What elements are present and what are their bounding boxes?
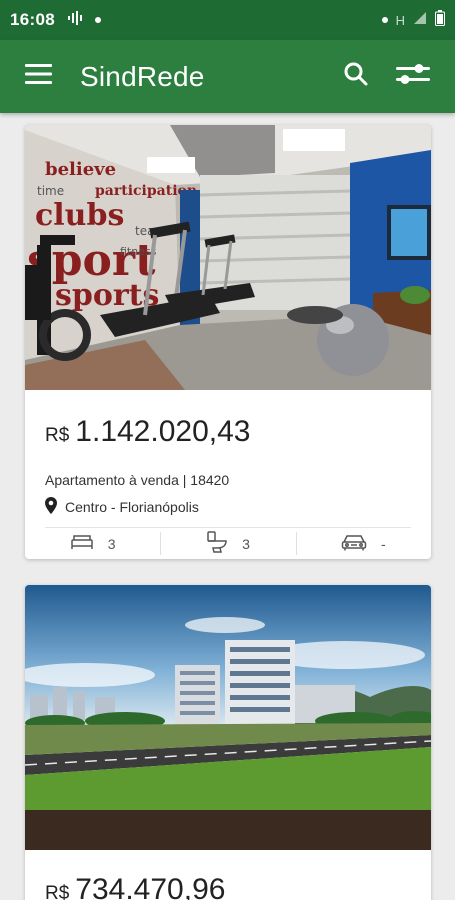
toilet-icon	[206, 531, 228, 556]
filter-icon[interactable]	[395, 62, 431, 91]
svg-text:clubs: clubs	[35, 198, 124, 233]
battery-icon	[435, 9, 445, 31]
parking-count: -	[380, 535, 386, 552]
listing-feed[interactable]: clubs sport sports believe participation…	[0, 113, 455, 900]
price-value: 1.142.020,43	[75, 415, 251, 448]
app-bar: SindRede	[0, 40, 455, 113]
listing-price: R$ 1.142.020,43	[45, 415, 250, 449]
feature-parking: -	[295, 528, 431, 559]
listing-price: R$ 734.470,96	[45, 873, 225, 900]
listing-card[interactable]: clubs sport sports believe participation…	[25, 125, 431, 559]
svg-text:time: time	[37, 184, 64, 198]
search-icon[interactable]	[343, 61, 369, 92]
listing-description: Apartamento à venda | 18420	[45, 472, 230, 488]
bathrooms-count: 3	[242, 535, 250, 552]
status-time: 16:08	[10, 10, 55, 29]
bed-icon	[70, 534, 94, 553]
listing-location: Centro - Florianópolis	[45, 497, 199, 517]
price-value: 734.470,96	[75, 873, 226, 900]
price-currency: R$	[45, 883, 70, 900]
listing-features: 3 3 -	[25, 528, 431, 559]
signal-icon	[413, 11, 427, 30]
app-title: SindRede	[80, 60, 205, 92]
sound-wave-icon	[67, 10, 83, 31]
car-icon	[341, 533, 367, 554]
listing-photo-gym[interactable]: clubs sport sports believe participation…	[25, 125, 431, 390]
feature-bedrooms: 3	[25, 528, 160, 559]
feature-bathrooms: 3	[160, 528, 295, 559]
location-pin-icon	[45, 497, 57, 517]
status-bar: 16:08 H	[0, 0, 455, 40]
bedrooms-count: 3	[107, 535, 116, 552]
location-text: Centro - Florianópolis	[65, 499, 199, 515]
listing-card[interactable]: R$ 734.470,96	[25, 585, 431, 900]
price-currency: R$	[45, 425, 70, 446]
menu-icon[interactable]	[24, 62, 54, 91]
svg-text:believe: believe	[45, 159, 116, 180]
notification-dot-icon	[381, 17, 388, 23]
listing-photo-building[interactable]	[25, 585, 431, 850]
network-type-label: H	[395, 12, 405, 28]
notification-dot-icon	[94, 17, 101, 23]
